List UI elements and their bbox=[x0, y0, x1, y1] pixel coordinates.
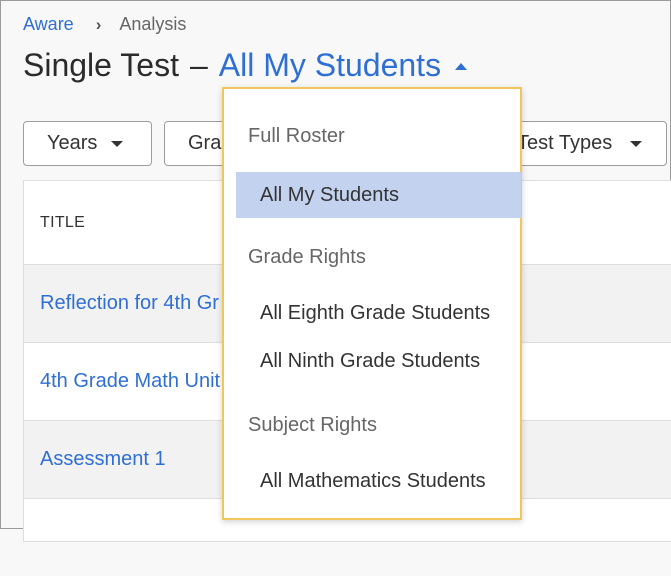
breadcrumb-current: Analysis bbox=[119, 14, 187, 34]
group-label-grade-rights: Grade Rights bbox=[248, 246, 366, 268]
test-title-link[interactable]: Assessment 1 bbox=[40, 448, 166, 471]
grade-filter-label: Gra bbox=[188, 132, 222, 154]
caret-down-icon bbox=[111, 140, 124, 147]
caret-up-icon bbox=[455, 63, 468, 70]
breadcrumb-aware-link[interactable]: Aware bbox=[23, 14, 74, 35]
test-types-filter-label: Test Types bbox=[517, 132, 613, 154]
test-title-link[interactable]: Reflection for 4th Gr bbox=[40, 292, 219, 315]
option-all-eighth-grade-students[interactable]: All Eighth Grade Students bbox=[236, 290, 521, 336]
roster-dropdown-menu: Full Roster All My Students Grade Rights… bbox=[222, 87, 522, 520]
roster-selector-label: All My Students bbox=[218, 47, 442, 83]
years-filter-label: Years bbox=[47, 132, 98, 154]
breadcrumb: Aware › Analysis bbox=[23, 14, 186, 35]
group-label-subject-rights: Subject Rights bbox=[248, 414, 377, 436]
chevron-right-icon: › bbox=[95, 14, 102, 34]
option-all-ninth-grade-students[interactable]: All Ninth Grade Students bbox=[236, 338, 521, 384]
page-title: Single Test – All My Students bbox=[23, 47, 468, 84]
option-all-my-students[interactable]: All My Students bbox=[236, 172, 521, 218]
years-filter-button[interactable]: Years bbox=[23, 121, 152, 166]
caret-down-icon bbox=[630, 140, 643, 147]
title-dash: – bbox=[189, 47, 208, 83]
title-column-header[interactable]: TITLE bbox=[40, 214, 85, 232]
group-label-full-roster: Full Roster bbox=[248, 125, 345, 147]
option-all-mathematics-students[interactable]: All Mathematics Students bbox=[236, 458, 521, 504]
page-title-prefix: Single Test bbox=[23, 47, 179, 83]
roster-selector-button[interactable]: All My Students bbox=[218, 47, 468, 84]
test-title-link[interactable]: 4th Grade Math Unit bbox=[40, 370, 220, 393]
